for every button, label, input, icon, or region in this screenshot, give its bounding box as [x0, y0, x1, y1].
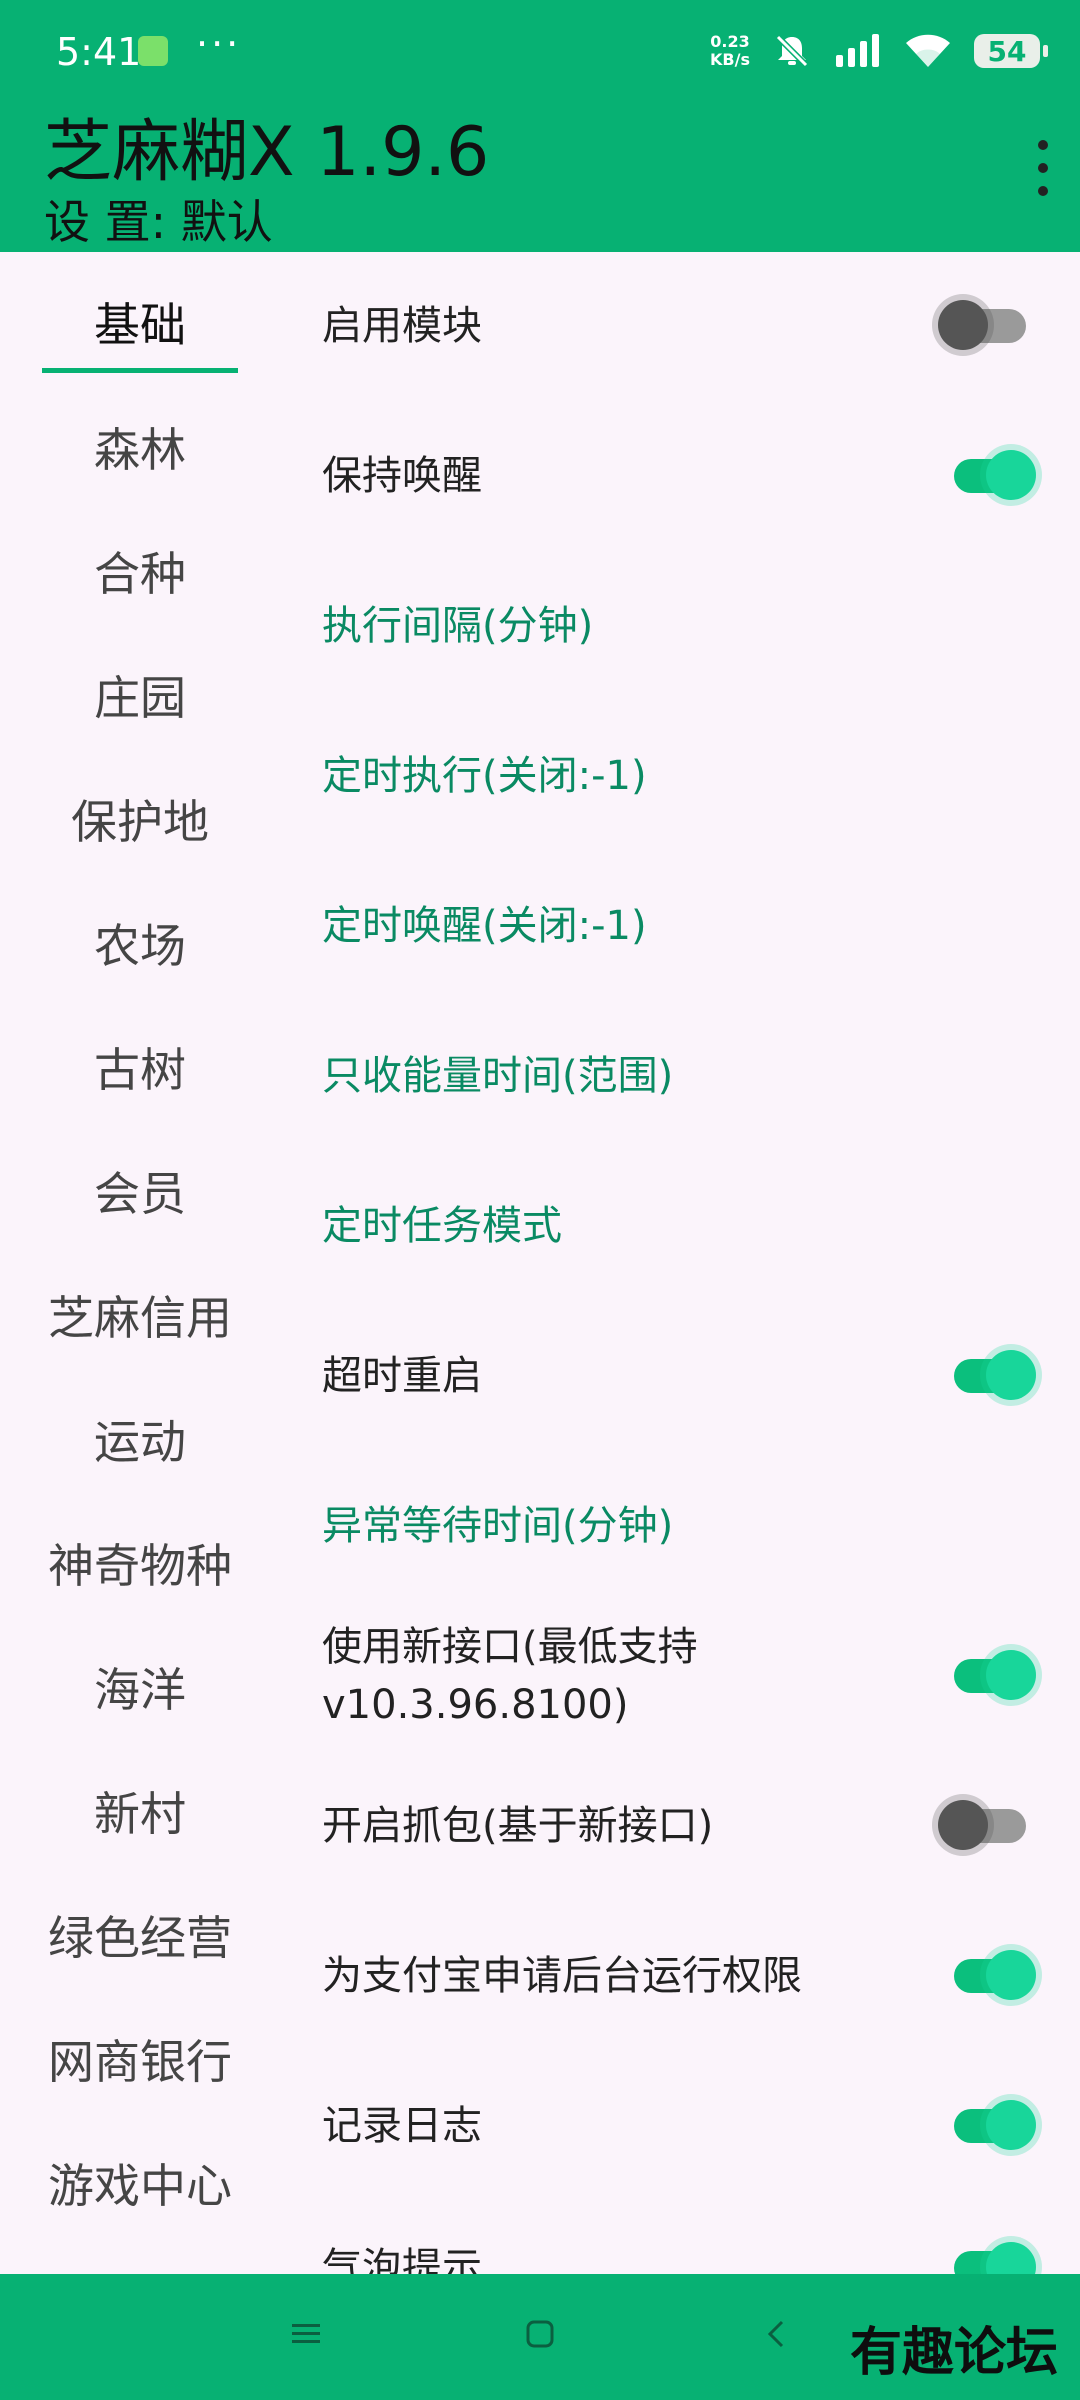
setting-new-api[interactable]: 使用新接口(最低支持 v10.3.96.8100)	[322, 1618, 1042, 1734]
setting-label: 启用模块	[322, 303, 482, 349]
setting-exec-interval[interactable]: 执行间隔(分钟)	[322, 596, 1042, 656]
setting-scheduled-exec[interactable]: 定时执行(关闭:-1)	[322, 746, 1042, 806]
active-tab-indicator	[42, 368, 238, 373]
back-icon[interactable]	[762, 2318, 794, 2350]
sidebar-item-reserve[interactable]: 保护地	[0, 774, 280, 864]
background-permission-switch[interactable]	[934, 1946, 1042, 2006]
setting-timeout-restart[interactable]: 超时重启	[322, 1346, 1042, 1406]
setting-label: 使用新接口(最低支持 v10.3.96.8100)	[322, 1618, 698, 1734]
network-speed-value: 0.23	[710, 32, 750, 51]
sidebar-item-ocean[interactable]: 海洋	[0, 1642, 280, 1732]
sidebar-item-game-center[interactable]: 游戏中心	[0, 2138, 280, 2228]
setting-label: 开启抓包(基于新接口)	[322, 1803, 714, 1849]
config-subtitle: 设 置: 默认	[44, 195, 273, 249]
sidebar-item-mybank[interactable]: 网商银行	[0, 2014, 280, 2104]
menu-icon[interactable]	[290, 2318, 322, 2350]
setting-label: 执行间隔(分钟)	[322, 603, 594, 649]
setting-label: 定时任务模式	[322, 1203, 562, 1249]
record-log-switch[interactable]	[934, 2096, 1042, 2156]
battery-indicator: 54	[974, 34, 1048, 68]
sidebar-item-forest[interactable]: 森林	[0, 402, 280, 492]
sidebar-item-member[interactable]: 会员	[0, 1146, 280, 1236]
sidebar-item-sesame-credit[interactable]: 芝麻信用	[0, 1270, 280, 1360]
setting-label: 只收能量时间(范围)	[322, 1053, 674, 1099]
setting-packet-capture[interactable]: 开启抓包(基于新接口)	[322, 1796, 1042, 1856]
setting-label-line2: v10.3.96.8100)	[322, 1682, 629, 1728]
setting-label: 异常等待时间(分钟)	[322, 1503, 674, 1549]
setting-keep-awake[interactable]: 保持唤醒	[322, 446, 1042, 506]
sidebar-item-new-village[interactable]: 新村	[0, 1766, 280, 1856]
setting-error-wait-time[interactable]: 异常等待时间(分钟)	[322, 1496, 1042, 1556]
overflow-menu-icon[interactable]	[1028, 140, 1058, 196]
sidebar-item-ancient-tree[interactable]: 古树	[0, 1022, 280, 1112]
enable-module-switch[interactable]	[934, 296, 1042, 356]
setting-enable-module[interactable]: 启用模块	[322, 296, 1042, 356]
system-navigation-bar: 有趣论坛	[0, 2274, 1080, 2400]
keep-awake-switch[interactable]	[934, 446, 1042, 506]
mute-bell-icon	[775, 34, 809, 68]
wifi-icon	[906, 34, 950, 67]
setting-background-permission[interactable]: 为支付宝申请后台运行权限	[322, 1946, 1042, 2006]
packet-capture-switch[interactable]	[934, 1796, 1042, 1856]
dot	[1038, 163, 1048, 173]
notification-app-icon	[138, 36, 168, 66]
sidebar-item-sport[interactable]: 运动	[0, 1394, 280, 1484]
new-api-switch[interactable]	[934, 1646, 1042, 1706]
setting-label-line1: 使用新接口(最低支持	[322, 1624, 698, 1670]
page-title: 芝麻糊X 1.9.6	[44, 113, 490, 192]
signal-icon	[836, 34, 879, 67]
status-icons: 0.23 KB/s 54	[710, 28, 1048, 74]
setting-label: 保持唤醒	[322, 453, 482, 499]
setting-task-mode[interactable]: 定时任务模式	[322, 1196, 1042, 1256]
dot	[1038, 140, 1048, 150]
dot	[1038, 186, 1048, 196]
setting-scheduled-wake[interactable]: 定时唤醒(关闭:-1)	[322, 896, 1042, 956]
setting-energy-time-range[interactable]: 只收能量时间(范围)	[322, 1046, 1042, 1106]
timeout-restart-switch[interactable]	[934, 1346, 1042, 1406]
sidebar-item-manor[interactable]: 庄园	[0, 650, 280, 740]
network-speed-unit: KB/s	[710, 50, 750, 69]
home-icon[interactable]	[524, 2318, 556, 2350]
status-time: 5:41	[56, 30, 142, 74]
sidebar-item-farm[interactable]: 农场	[0, 898, 280, 988]
sidebar-item-cooperate[interactable]: 合种	[0, 526, 280, 616]
setting-label: 为支付宝申请后台运行权限	[322, 1953, 802, 1999]
setting-label: 记录日志	[322, 2103, 482, 2149]
setting-label: 超时重启	[322, 1353, 482, 1399]
setting-label: 定时唤醒(关闭:-1)	[322, 903, 647, 949]
network-speed: 0.23 KB/s	[710, 33, 750, 69]
sidebar-item-magic-species[interactable]: 神奇物种	[0, 1518, 280, 1608]
setting-record-log[interactable]: 记录日志	[322, 2096, 1042, 2156]
forum-watermark: 有趣论坛	[849, 2322, 1058, 2383]
app-header: 5:41 ··· 0.23 KB/s 54 芝麻糊X 1.9.6 设 置: 默认	[0, 0, 1080, 252]
sidebar-item-green-business[interactable]: 绿色经营	[0, 1890, 280, 1980]
more-notifications-indicator: ···	[196, 22, 242, 66]
setting-label: 定时执行(关闭:-1)	[322, 753, 647, 799]
